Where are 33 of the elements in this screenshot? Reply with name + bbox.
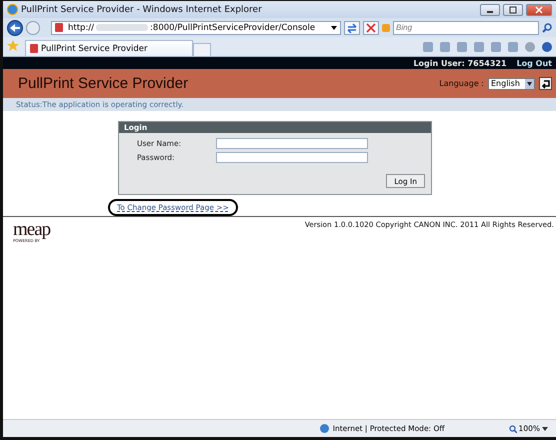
search-field[interactable]: Bing bbox=[393, 20, 539, 34]
back-button[interactable] bbox=[7, 20, 23, 36]
window-title: PullPrint Service Provider - Windows Internet Explorer bbox=[21, 4, 262, 14]
magnifier-icon bbox=[508, 424, 517, 432]
logo-text: meap bbox=[13, 220, 50, 239]
url-text: http:// bbox=[68, 22, 94, 32]
url-text: :8000/PullPrintServiceProvider/Console bbox=[150, 22, 316, 32]
blurred-area bbox=[96, 24, 148, 31]
new-tab-button[interactable] bbox=[193, 43, 211, 56]
apply-button[interactable] bbox=[539, 77, 552, 90]
address-field[interactable]: http:// :8000/PullPrintServiceProvider/Console bbox=[51, 20, 341, 34]
forward-button[interactable] bbox=[26, 20, 40, 34]
favorites-star-icon[interactable] bbox=[7, 40, 19, 52]
input-field[interactable] bbox=[216, 138, 368, 149]
caret-icon bbox=[525, 78, 534, 88]
input-field[interactable] bbox=[216, 152, 368, 163]
search-icon bbox=[542, 22, 552, 32]
stop-button[interactable] bbox=[363, 20, 379, 34]
browser-tab[interactable]: PullPrint Service Provider bbox=[25, 40, 193, 56]
language-label: Language : bbox=[439, 79, 484, 88]
app-title: PullPrint Service Provider bbox=[18, 75, 188, 92]
minimize-button[interactable] bbox=[480, 4, 500, 16]
close-button[interactable] bbox=[526, 4, 552, 16]
caret-icon[interactable] bbox=[331, 26, 337, 30]
close-icon bbox=[534, 6, 544, 14]
back-arrow-icon bbox=[9, 22, 21, 32]
maximize-icon bbox=[508, 6, 518, 14]
refresh-button[interactable] bbox=[344, 20, 360, 34]
language-dropdown[interactable]: English bbox=[488, 78, 535, 90]
caret-icon bbox=[542, 426, 548, 430]
login-user-text: Login User: 7654321 bbox=[413, 58, 507, 68]
logout-link[interactable]: Log Out bbox=[516, 58, 552, 68]
maximize-button[interactable] bbox=[503, 4, 523, 16]
